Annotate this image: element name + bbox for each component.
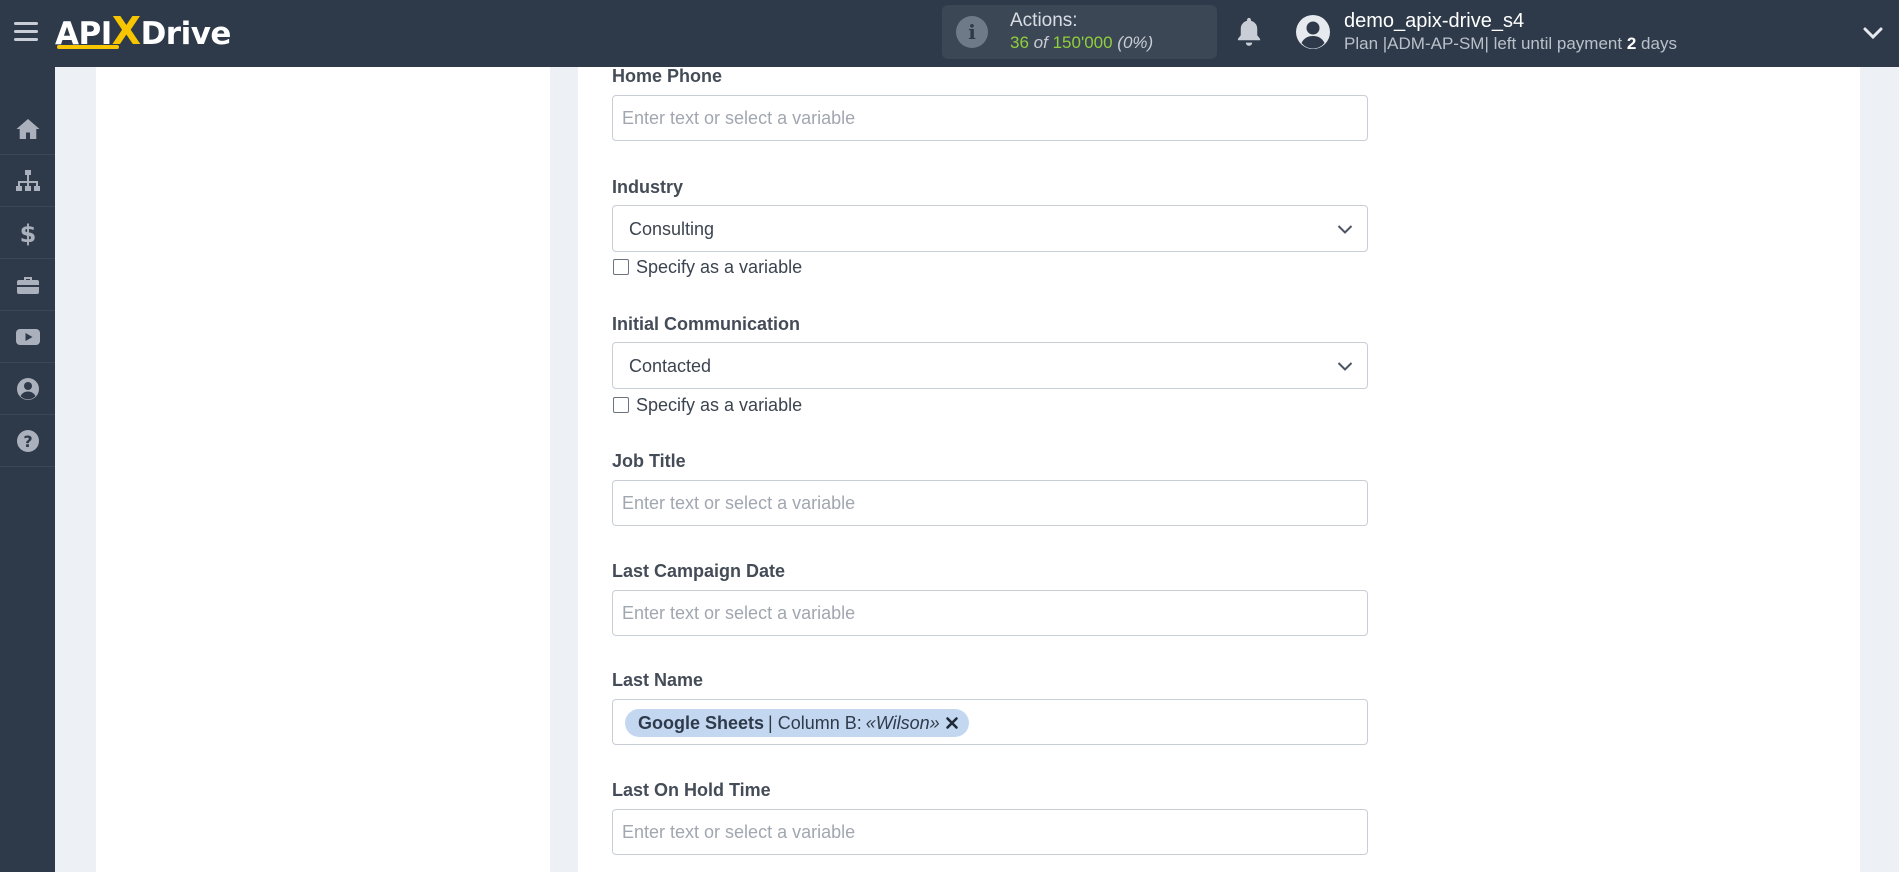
last-on-hold-time-label: Last On Hold Time <box>612 780 771 800</box>
last-name-input[interactable]: Google Sheets | Column B: «Wilson» <box>612 699 1368 745</box>
user-circle-icon <box>16 377 39 400</box>
logo-suffix: Drive <box>140 16 232 52</box>
tag-source: Google Sheets <box>638 712 765 733</box>
bell-icon[interactable] <box>1234 16 1264 48</box>
last-campaign-date-input[interactable] <box>612 590 1368 636</box>
last-name-label: Last Name <box>612 670 704 690</box>
plan-text: Plan |ADM-AP-SM| left until payment <box>1344 34 1623 53</box>
actions-used: 36 <box>1010 33 1029 52</box>
actions-total: 150'000 <box>1052 33 1113 52</box>
actions-of: of <box>1033 33 1048 52</box>
days-suffix: days <box>1641 34 1677 53</box>
initial-communication-select[interactable]: Contacted <box>612 342 1368 389</box>
checkbox-label: Specify as a variable <box>636 394 803 415</box>
industry-select[interactable]: Consulting <box>612 205 1368 252</box>
days-count: 2 <box>1626 34 1637 53</box>
menu-icon[interactable] <box>14 22 38 42</box>
checkbox[interactable] <box>613 397 629 413</box>
top-bar: APIXDrive i Actions: 36 of 150'000 (0%) … <box>0 0 1899 67</box>
home-icon <box>16 118 39 139</box>
tag-column: | Column B: <box>768 712 862 733</box>
sidebar-item-profile[interactable] <box>0 363 55 415</box>
username[interactable]: demo_apix-drive_s4 <box>1344 10 1524 33</box>
actions-count: 36 of 150'000 (0%) <box>1010 33 1153 53</box>
youtube-icon <box>15 328 40 345</box>
briefcase-icon <box>16 276 39 294</box>
chevron-down-icon <box>1337 225 1353 234</box>
chevron-down-icon <box>1337 362 1353 371</box>
logo-underline <box>57 45 119 49</box>
last-campaign-date-label: Last Campaign Date <box>612 561 786 581</box>
info-icon: i <box>956 16 988 48</box>
dollar-icon: $ <box>19 220 36 246</box>
home-phone-input[interactable] <box>612 95 1368 141</box>
plan-info: Plan |ADM-AP-SM| left until payment 2 da… <box>1344 34 1677 54</box>
sidebar-item-video[interactable] <box>0 311 55 363</box>
help-icon: ? <box>16 429 39 452</box>
close-icon[interactable] <box>945 716 959 730</box>
last-on-hold-time-input[interactable] <box>612 809 1368 855</box>
initial-communication-label: Initial Communication <box>612 314 801 334</box>
actions-label: Actions: <box>1010 10 1078 31</box>
checkbox-label: Specify as a variable <box>636 256 803 277</box>
job-title-label: Job Title <box>612 451 686 471</box>
checkbox[interactable] <box>613 259 629 275</box>
sitemap-icon <box>15 169 40 191</box>
job-title-input[interactable] <box>612 480 1368 526</box>
svg-text:?: ? <box>23 432 32 451</box>
initial-communication-variable-checkbox[interactable]: Specify as a variable <box>613 394 802 416</box>
industry-label: Industry <box>612 177 684 197</box>
sidebar-item-projects[interactable] <box>0 259 55 311</box>
industry-value: Consulting <box>629 219 715 239</box>
sidebar: $ ? <box>0 67 55 872</box>
industry-variable-checkbox[interactable]: Specify as a variable <box>613 256 802 278</box>
initial-communication-value: Contacted <box>629 356 712 376</box>
tag-value: «Wilson» <box>865 712 940 733</box>
chevron-down-icon[interactable] <box>1862 22 1884 44</box>
user-avatar-icon[interactable] <box>1295 14 1331 50</box>
left-panel <box>96 67 550 872</box>
home-phone-label: Home Phone <box>612 66 723 86</box>
main-panel <box>578 67 1860 872</box>
sidebar-item-billing[interactable]: $ <box>0 207 55 259</box>
sidebar-item-home[interactable] <box>0 103 55 155</box>
svg-text:$: $ <box>19 220 36 246</box>
actions-counter[interactable]: i Actions: 36 of 150'000 (0%) <box>942 5 1217 59</box>
actions-percent: (0%) <box>1117 33 1154 52</box>
sidebar-item-help[interactable]: ? <box>0 415 55 467</box>
sidebar-item-connections[interactable] <box>0 155 55 207</box>
variable-tag[interactable]: Google Sheets | Column B: «Wilson» <box>625 709 969 737</box>
